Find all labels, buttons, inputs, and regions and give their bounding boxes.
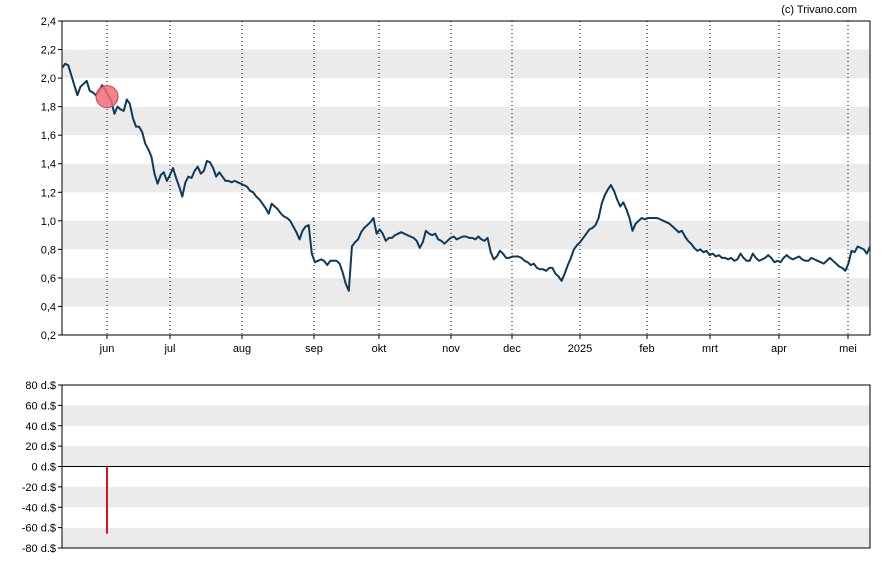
insider-y-axis: 80 d.$ 60 d.$ 40 d.$ 20 d.$ 0 d.$ -20 d.$ -40 … xyxy=(22,380,62,555)
price-band xyxy=(62,220,870,250)
y-tick-label: 1,8 xyxy=(41,102,56,114)
insider-y-tick-label: 40 d.$ xyxy=(25,421,56,433)
price-y-axis: 0,2 0,4 0,6 0,8 1,0 1,2 1,4 1,6 1,8 2,0 2,2 2,4 xyxy=(41,16,62,342)
price-band xyxy=(62,49,870,79)
insider-panel-bands xyxy=(62,405,870,548)
x-tick-label: mrt xyxy=(702,343,718,355)
y-tick-label: 2,2 xyxy=(41,45,56,57)
price-marker xyxy=(95,85,119,109)
y-tick-label: 2,4 xyxy=(41,16,56,28)
y-tick-label: 1,6 xyxy=(41,130,56,142)
x-tick-label: dec xyxy=(503,343,521,355)
x-tick-label: 2025 xyxy=(568,343,592,355)
insider-band xyxy=(62,486,870,508)
x-tick-label: okt xyxy=(372,343,387,355)
price-band xyxy=(62,277,870,307)
y-tick-label: 1,4 xyxy=(41,159,56,171)
y-tick-label: 0,4 xyxy=(41,301,56,313)
x-tick-label: feb xyxy=(639,343,654,355)
x-tick-label: sep xyxy=(305,343,323,355)
insider-marker-circle xyxy=(95,85,119,109)
price-band xyxy=(62,106,870,136)
insider-y-tick-label: 60 d.$ xyxy=(25,400,56,412)
insider-y-tick-label: 20 d.$ xyxy=(25,441,56,453)
y-tick-label: 1,2 xyxy=(41,187,56,199)
insider-y-tick-label: 80 d.$ xyxy=(25,380,56,392)
insider-y-tick-label: -40 d.$ xyxy=(22,502,56,514)
x-tick-label: mei xyxy=(839,343,857,355)
y-tick-label: 0,2 xyxy=(41,330,56,342)
x-tick-label: apr xyxy=(771,343,787,355)
insider-band xyxy=(62,527,870,548)
credit-label: (c) Trivano.com xyxy=(781,4,857,16)
price-x-axis: jun jul aug sep okt nov dec 2025 feb mrt apr mei xyxy=(99,335,857,355)
insider-y-tick-label: -60 d.$ xyxy=(22,523,56,535)
y-tick-label: 1,0 xyxy=(41,216,56,228)
y-tick-label: 2,0 xyxy=(41,73,56,85)
y-tick-label: 0,6 xyxy=(41,273,56,285)
y-tick-label: 0,8 xyxy=(41,244,56,256)
insider-band xyxy=(62,405,870,426)
insider-y-tick-label: -20 d.$ xyxy=(22,482,56,494)
insider-band xyxy=(62,446,870,467)
x-tick-label: jun xyxy=(99,343,115,355)
x-tick-label: aug xyxy=(233,343,251,355)
price-panel-bands xyxy=(62,49,870,307)
x-tick-label: jul xyxy=(163,343,175,355)
stock-chart: 0,2 0,4 0,6 0,8 1,0 1,2 1,4 1,6 1,8 2,0 2,2 2,4 jun… xyxy=(22,4,871,555)
chart-stage: 0,2 0,4 0,6 0,8 1,0 1,2 1,4 1,6 1,8 2,0 2,2 2,4 jun… xyxy=(0,0,888,565)
insider-y-tick-label: -80 d.$ xyxy=(22,543,56,555)
insider-y-tick-label: 0 d.$ xyxy=(32,462,56,474)
x-tick-label: nov xyxy=(442,343,460,355)
